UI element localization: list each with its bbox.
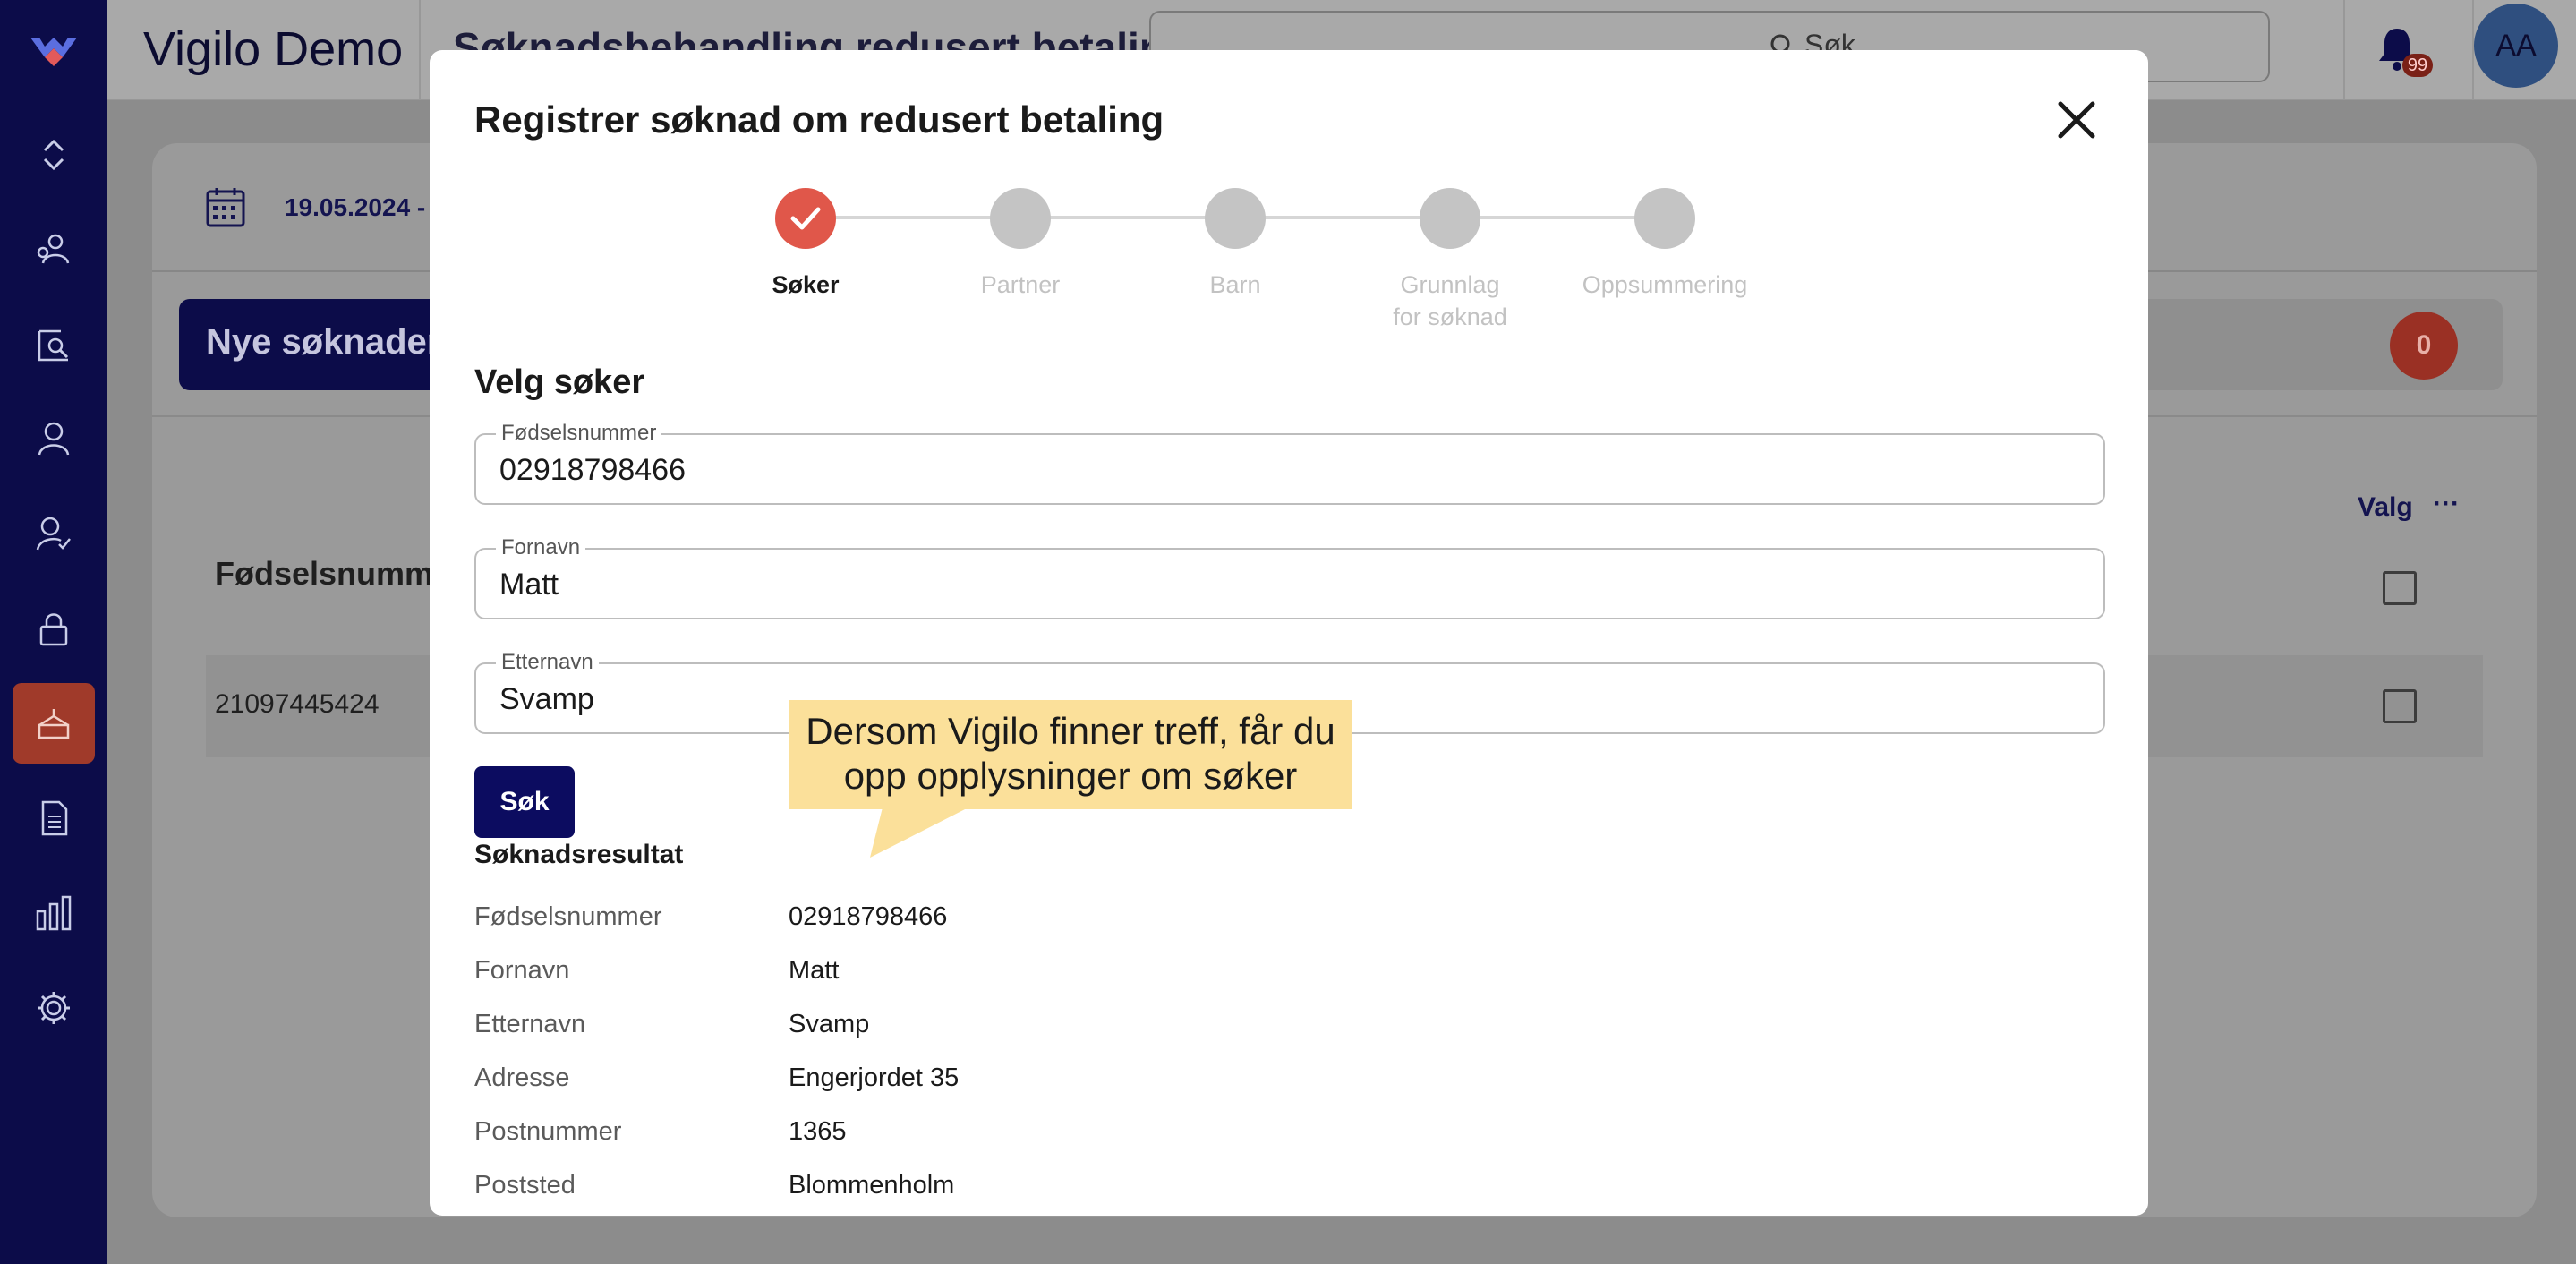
result-title: Søknadsresultat	[474, 840, 684, 869]
fodselsnummer-field[interactable]: Fødselsnummer 02918798466	[474, 421, 2105, 505]
modal-title: Registrer søknad om redusert betaling	[474, 98, 1164, 141]
result-label: Fødselsnummer	[474, 902, 662, 931]
close-icon[interactable]	[2053, 97, 2100, 143]
result-value: Engerjordet 35	[789, 1063, 960, 1092]
result-label: Etternavn	[474, 1010, 586, 1038]
result-value: 1365	[789, 1117, 847, 1146]
topbar-divider	[2343, 0, 2345, 100]
row-checkbox[interactable]	[2383, 689, 2417, 723]
cake-icon[interactable]	[32, 702, 75, 745]
step-barn-indicator[interactable]	[1205, 188, 1266, 249]
result-label: Adresse	[474, 1063, 570, 1092]
callout-line: opp opplysninger om søker	[843, 755, 1298, 797]
callout-line: Dersom Vigilo finner treff, får du	[806, 710, 1335, 752]
field-label: Etternavn	[496, 650, 599, 675]
section-title: Velg søker	[474, 363, 645, 401]
search-button[interactable]: Søk	[474, 766, 575, 838]
field-value[interactable]: Matt	[499, 568, 559, 602]
tab-nye-soknader[interactable]: Nye søknader	[179, 299, 465, 390]
select-all-checkbox[interactable]	[2383, 571, 2417, 605]
chevron-up-down-icon[interactable]	[32, 132, 75, 175]
vigilo-logo-icon[interactable]	[29, 27, 79, 66]
gear-icon[interactable]	[32, 986, 75, 1029]
table-cell: 21097445424	[215, 689, 380, 719]
step-oppsummering-indicator[interactable]	[1634, 188, 1695, 249]
fornavn-field[interactable]: Fornavn Matt	[474, 535, 2105, 619]
lock-icon[interactable]	[32, 607, 75, 650]
app-title: Vigilo Demo	[143, 22, 404, 76]
result-value: Blommenholm	[789, 1171, 955, 1200]
step-label-barn: Barn	[1209, 271, 1261, 298]
users-search-icon[interactable]	[32, 227, 75, 270]
result-label: Postnummer	[474, 1117, 622, 1146]
more-options-icon[interactable]: ···	[2433, 489, 2460, 519]
result-value: 02918798466	[789, 902, 948, 931]
chart-search-icon[interactable]	[32, 324, 75, 367]
tooltip-callout: Dersom Vigilo finner treff, får du opp o…	[789, 700, 1352, 809]
register-application-modal: Registrer søknad om redusert betaling Sø…	[430, 50, 2148, 1216]
result-label: Poststed	[474, 1171, 576, 1200]
column-header-fodselsnummer: Fødselsnummer	[215, 555, 465, 592]
callout-tail	[870, 807, 968, 858]
result-value: Svamp	[789, 1010, 870, 1038]
bar-chart-icon[interactable]	[32, 892, 75, 935]
step-grunnlag-indicator[interactable]	[1420, 188, 1480, 249]
person-check-icon[interactable]	[32, 512, 75, 555]
step-label-grunnlag: Grunnlag for søknad	[1393, 271, 1507, 330]
step-soker-indicator[interactable]	[775, 188, 836, 249]
topbar-divider	[419, 0, 421, 100]
step-label-oppsummering: Oppsummering	[1582, 271, 1748, 298]
notification-badge: 99	[2402, 54, 2433, 77]
valg-label[interactable]: Valg	[2358, 492, 2413, 523]
calendar-icon[interactable]	[206, 186, 245, 227]
document-icon[interactable]	[32, 797, 75, 840]
checkmark-icon	[790, 207, 821, 230]
sidebar	[0, 0, 107, 1264]
person-icon[interactable]	[32, 417, 75, 460]
field-value[interactable]: Svamp	[499, 682, 594, 717]
field-label: Fødselsnummer	[496, 421, 662, 446]
result-value: Matt	[789, 956, 840, 985]
result-label: Fornavn	[474, 956, 570, 985]
field-label: Fornavn	[496, 535, 586, 560]
step-partner-indicator[interactable]	[990, 188, 1051, 249]
avatar[interactable]: AA	[2474, 4, 2558, 88]
count-badge: 0	[2390, 312, 2458, 380]
step-label-partner: Partner	[980, 271, 1061, 298]
date-range[interactable]: 19.05.2024 -	[285, 193, 425, 222]
step-label-soker: Søker	[772, 271, 840, 298]
field-value[interactable]: 02918798466	[499, 453, 686, 488]
